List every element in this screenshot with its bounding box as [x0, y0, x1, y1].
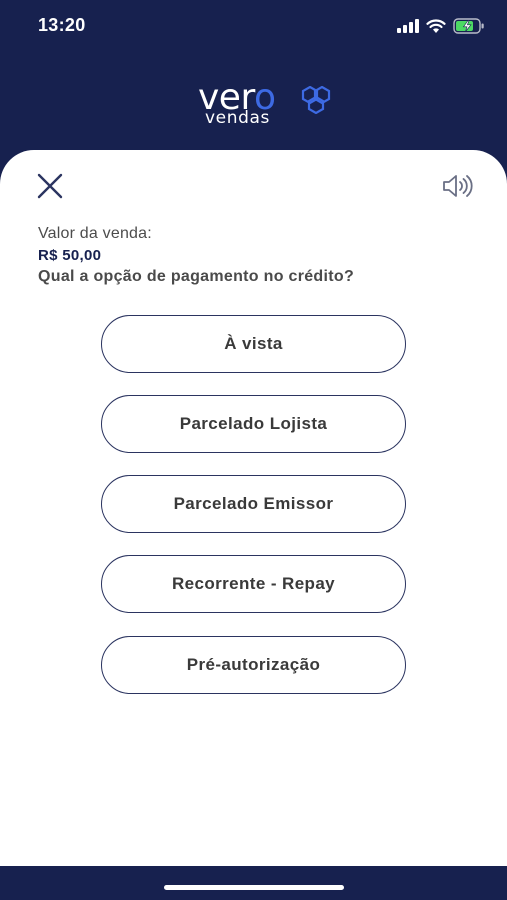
cellular-signal-icon [397, 19, 419, 33]
option-parcelado-lojista-button[interactable]: Parcelado Lojista [101, 395, 406, 453]
battery-charging-icon [453, 18, 484, 34]
close-icon [37, 173, 63, 199]
option-a-vista-button[interactable]: À vista [101, 315, 406, 373]
payment-question: Qual a opção de pagamento no crédito? [38, 268, 355, 285]
home-indicator[interactable] [164, 885, 344, 890]
status-icons [397, 17, 485, 35]
sale-value-label: Valor da venda: [38, 225, 152, 242]
brand-subtitle: vendas [205, 108, 270, 128]
status-time: 13:20 [38, 15, 86, 35]
option-pre-autorizacao-button[interactable]: Pré-autorização [101, 636, 406, 694]
option-recorrente-repay-button[interactable]: Recorrente - Repay [101, 555, 406, 613]
wifi-icon [426, 18, 446, 33]
brand-logo: vero vendas [0, 78, 507, 138]
sale-amount: R$ 50,00 [38, 247, 102, 264]
hexagon-cluster-icon [301, 86, 331, 114]
status-bar: 13:20 [0, 0, 507, 52]
sound-button[interactable] [441, 172, 475, 200]
close-button[interactable] [36, 172, 64, 200]
option-parcelado-emissor-button[interactable]: Parcelado Emissor [101, 475, 406, 533]
speaker-icon [443, 175, 473, 197]
